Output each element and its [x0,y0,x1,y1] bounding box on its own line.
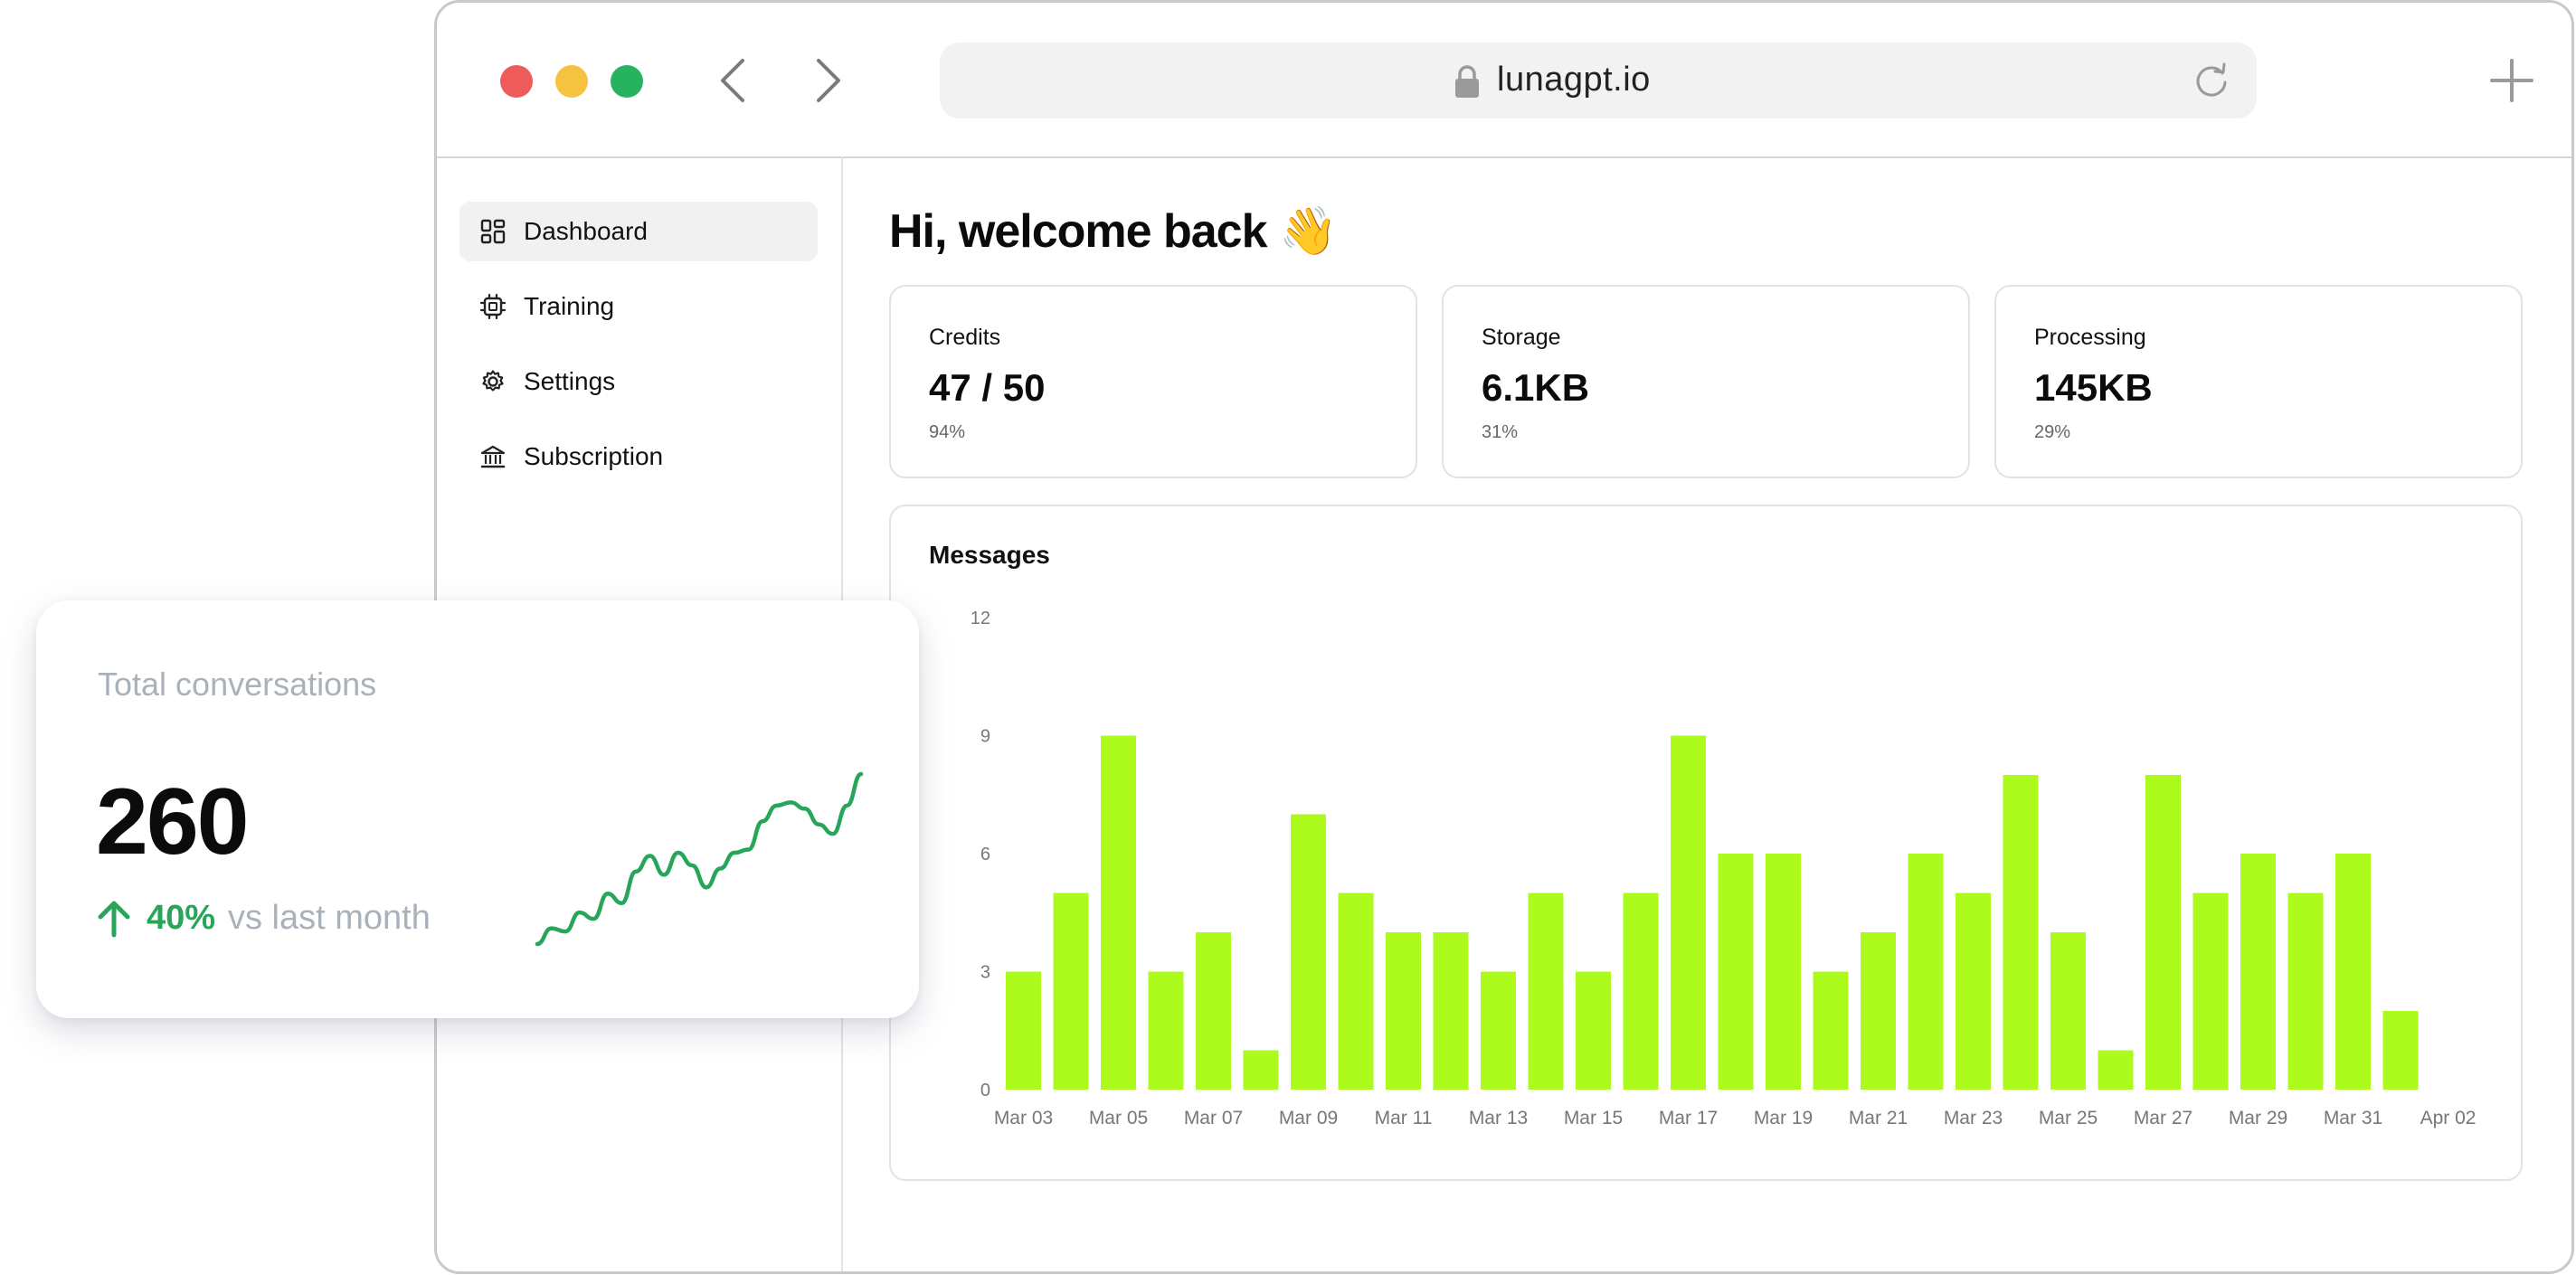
close-window-button[interactable] [500,65,533,98]
x-tick-label: Mar 27 [2134,1108,2192,1129]
x-tick-label: Mar 21 [1849,1108,1908,1129]
change-comparison: vs last month [228,899,431,937]
bar-mar-30 [2287,892,2324,1090]
stat-value: 6.1KB [1482,366,1590,409]
x-tick-label: Mar 03 [994,1108,1053,1129]
chip-icon [480,294,506,319]
card-label: Total conversations [98,666,377,703]
x-tick-label: Mar 19 [1754,1108,1813,1129]
arrow-up-icon [98,901,130,938]
stat-title: Processing [2034,325,2146,350]
bar-mar-23 [1956,892,1991,1090]
stat-percent: 29% [2034,422,2071,442]
bar-mar-10 [1338,892,1374,1090]
sidebar-item-dashboard[interactable]: Dashboard [459,202,818,261]
bar-mar-18 [1718,854,1754,1090]
sidebar-item-settings[interactable]: Settings [459,352,818,411]
x-tick-label: Mar 23 [1944,1108,2003,1129]
bar-mar-05 [1101,735,1136,1090]
bar-mar-31 [2335,854,2371,1090]
y-tick-label: 6 [980,845,990,864]
plus-icon[interactable] [2488,57,2535,104]
x-tick-label: Mar 15 [1564,1108,1623,1129]
dashboard-icon [480,219,506,244]
messages-bar-chart: 0 3 6 9 12 Mar 03 Mar 05 Mar 07 Mar 09 Mar 11 Mar … [971,609,2477,1129]
stat-percent: 94% [929,422,966,442]
sidebar-item-label: Subscription [524,442,664,470]
x-tick-label: Mar 13 [1469,1108,1528,1129]
sidebar-item-label: Dashboard [524,217,648,245]
bar-mar-17 [1671,735,1706,1090]
total-conversations-card: Total conversations 260 40% vs last mont… [36,600,919,1018]
bar-mar-04 [1053,892,1089,1090]
bar-mar-15 [1576,971,1611,1090]
x-tick-label: Apr 02 [2420,1108,2477,1129]
bar-mar-11 [1386,932,1421,1090]
x-tick-label: Mar 05 [1089,1108,1148,1129]
change-percent: 40% [147,899,216,937]
url-text: lunagpt.io [1497,61,1651,99]
chevron-left-icon[interactable] [708,53,762,108]
bank-icon [480,445,506,468]
stat-title: Credits [929,325,1001,350]
stat-title: Storage [1482,325,1561,350]
bar-mar-26 [2098,1050,2134,1090]
address-bar[interactable]: lunagpt.io [940,42,2257,118]
bar-apr-01 [2382,1011,2419,1090]
bar-mar-21 [1861,932,1896,1090]
page-title: Hi, welcome back 👋 [889,205,1338,258]
bar-mar-22 [1908,854,1944,1090]
bar-mar-24 [2003,775,2039,1090]
y-tick-label: 12 [971,609,990,628]
y-tick-label: 0 [980,1081,990,1100]
x-tick-label: Mar 11 [1375,1108,1433,1129]
messages-chart-card: Messages 0 3 6 9 12 Mar 03 Mar 05 Mar 07 Mar 09 M… [889,505,2523,1181]
bar-mar-27 [2145,775,2181,1090]
sidebar-item-subscription[interactable]: Subscription [459,427,818,486]
x-tick-label: Mar 07 [1184,1108,1243,1129]
x-tick-label: Mar 31 [2324,1108,2382,1129]
bar-mar-16 [1623,892,1659,1090]
sparkline-path [535,771,864,947]
x-tick-label: Mar 17 [1659,1108,1718,1129]
bar-mar-29 [2240,854,2276,1090]
sidebar-item-training[interactable]: Training [459,277,818,336]
bar-mar-19 [1766,854,1801,1090]
bar-mar-13 [1481,971,1516,1090]
bar-mar-14 [1528,892,1564,1090]
main-content: Hi, welcome back 👋 Credits 47 / 50 94% S… [841,156,2571,1271]
chevron-right-icon[interactable] [799,53,853,108]
bar-mar-09 [1291,814,1326,1090]
lock-icon [1455,65,1479,98]
bar-mar-28 [2192,892,2229,1090]
stat-card-credits: Credits 47 / 50 94% [889,285,1417,478]
stat-value: 145KB [2034,366,2153,409]
stat-value: 47 / 50 [929,366,1046,409]
y-tick-label: 9 [980,727,990,747]
bar-mar-08 [1243,1050,1279,1090]
conversation-count: 260 [96,770,250,874]
stat-card-processing: Processing 145KB 29% [1994,285,2523,478]
stat-card-storage: Storage 6.1KB 31% [1442,285,1970,478]
browser-toolbar: lunagpt.io [437,3,2571,158]
sidebar-item-label: Training [524,292,615,320]
sidebar-item-label: Settings [524,367,616,395]
trend-sparkline [535,771,864,947]
bar-mar-20 [1813,971,1849,1090]
x-tick-label: Mar 29 [2229,1108,2287,1129]
x-tick-label: Mar 25 [2039,1108,2098,1129]
bar-mar-07 [1196,932,1231,1090]
x-tick-label: Mar 09 [1279,1108,1338,1129]
y-tick-label: 3 [980,963,990,983]
gear-icon [482,370,504,392]
bar-mar-06 [1148,971,1184,1090]
bar-mar-25 [2050,932,2086,1090]
stat-percent: 31% [1482,422,1519,442]
minimize-window-button[interactable] [555,65,588,98]
reload-icon[interactable] [2192,61,2231,100]
bar-mar-12 [1433,932,1469,1090]
maximize-window-button[interactable] [611,65,643,98]
bar-mar-03 [1006,971,1041,1090]
